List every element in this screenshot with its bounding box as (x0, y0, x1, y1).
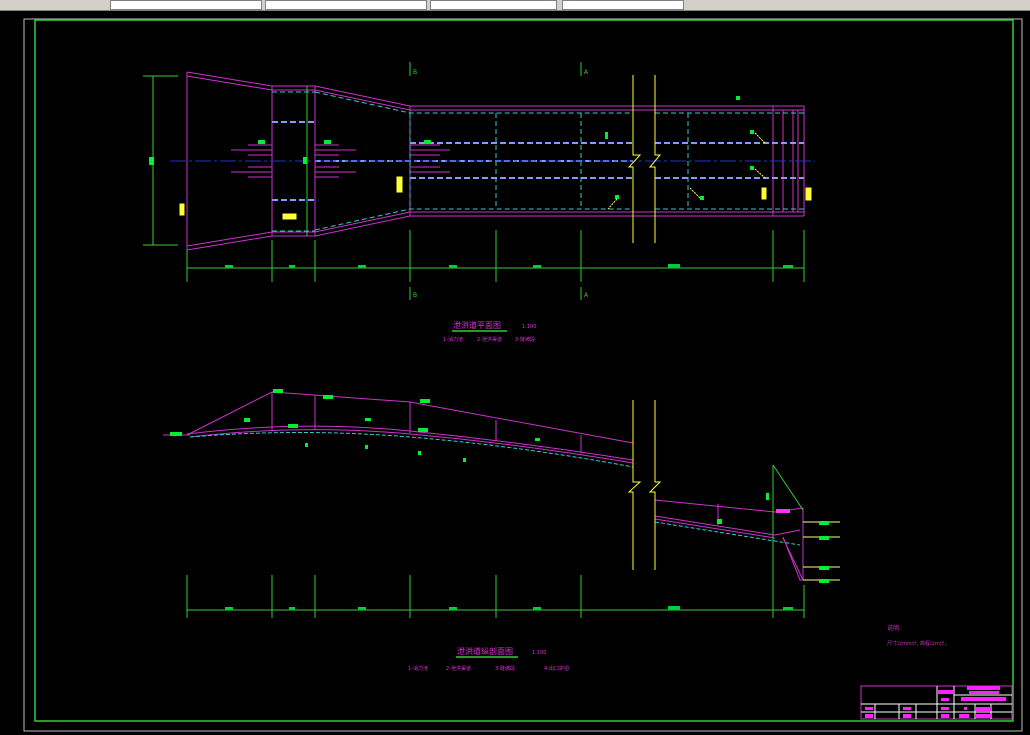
profile-title: 泄洪道纵剖面图 (457, 646, 513, 656)
notes-heading: 说明: (887, 624, 901, 632)
plan-legend-3: 3-陡坡段 (515, 336, 535, 343)
notes-line: 尺寸以mm计, 高程以m计。 (887, 640, 950, 647)
profile-legend-3: 3-陡坡段 (495, 665, 515, 672)
plan-legend-2: 2-泄洪渠道 (477, 336, 502, 343)
plan-legend-1: 1-消力池 (443, 336, 463, 343)
profile-legend-1: 1-消力池 (408, 665, 428, 672)
section-mark-b-top: B (413, 69, 417, 76)
plan-scale: 1:100 (522, 324, 536, 330)
profile-legend-4: 4-出口护坦 (544, 665, 569, 672)
profile-scale: 1:100 (532, 650, 546, 656)
drawing-canvas[interactable]: B A B A 泄洪道平面图 1:100 1-消力池 2-泄洪渠道 3-陡坡段 (0, 0, 1030, 735)
plan-title: 泄洪道平面图 (453, 320, 501, 330)
section-mark-b-bottom: B (413, 292, 417, 299)
profile-legend-2: 2-泄洪渠道 (446, 665, 471, 672)
